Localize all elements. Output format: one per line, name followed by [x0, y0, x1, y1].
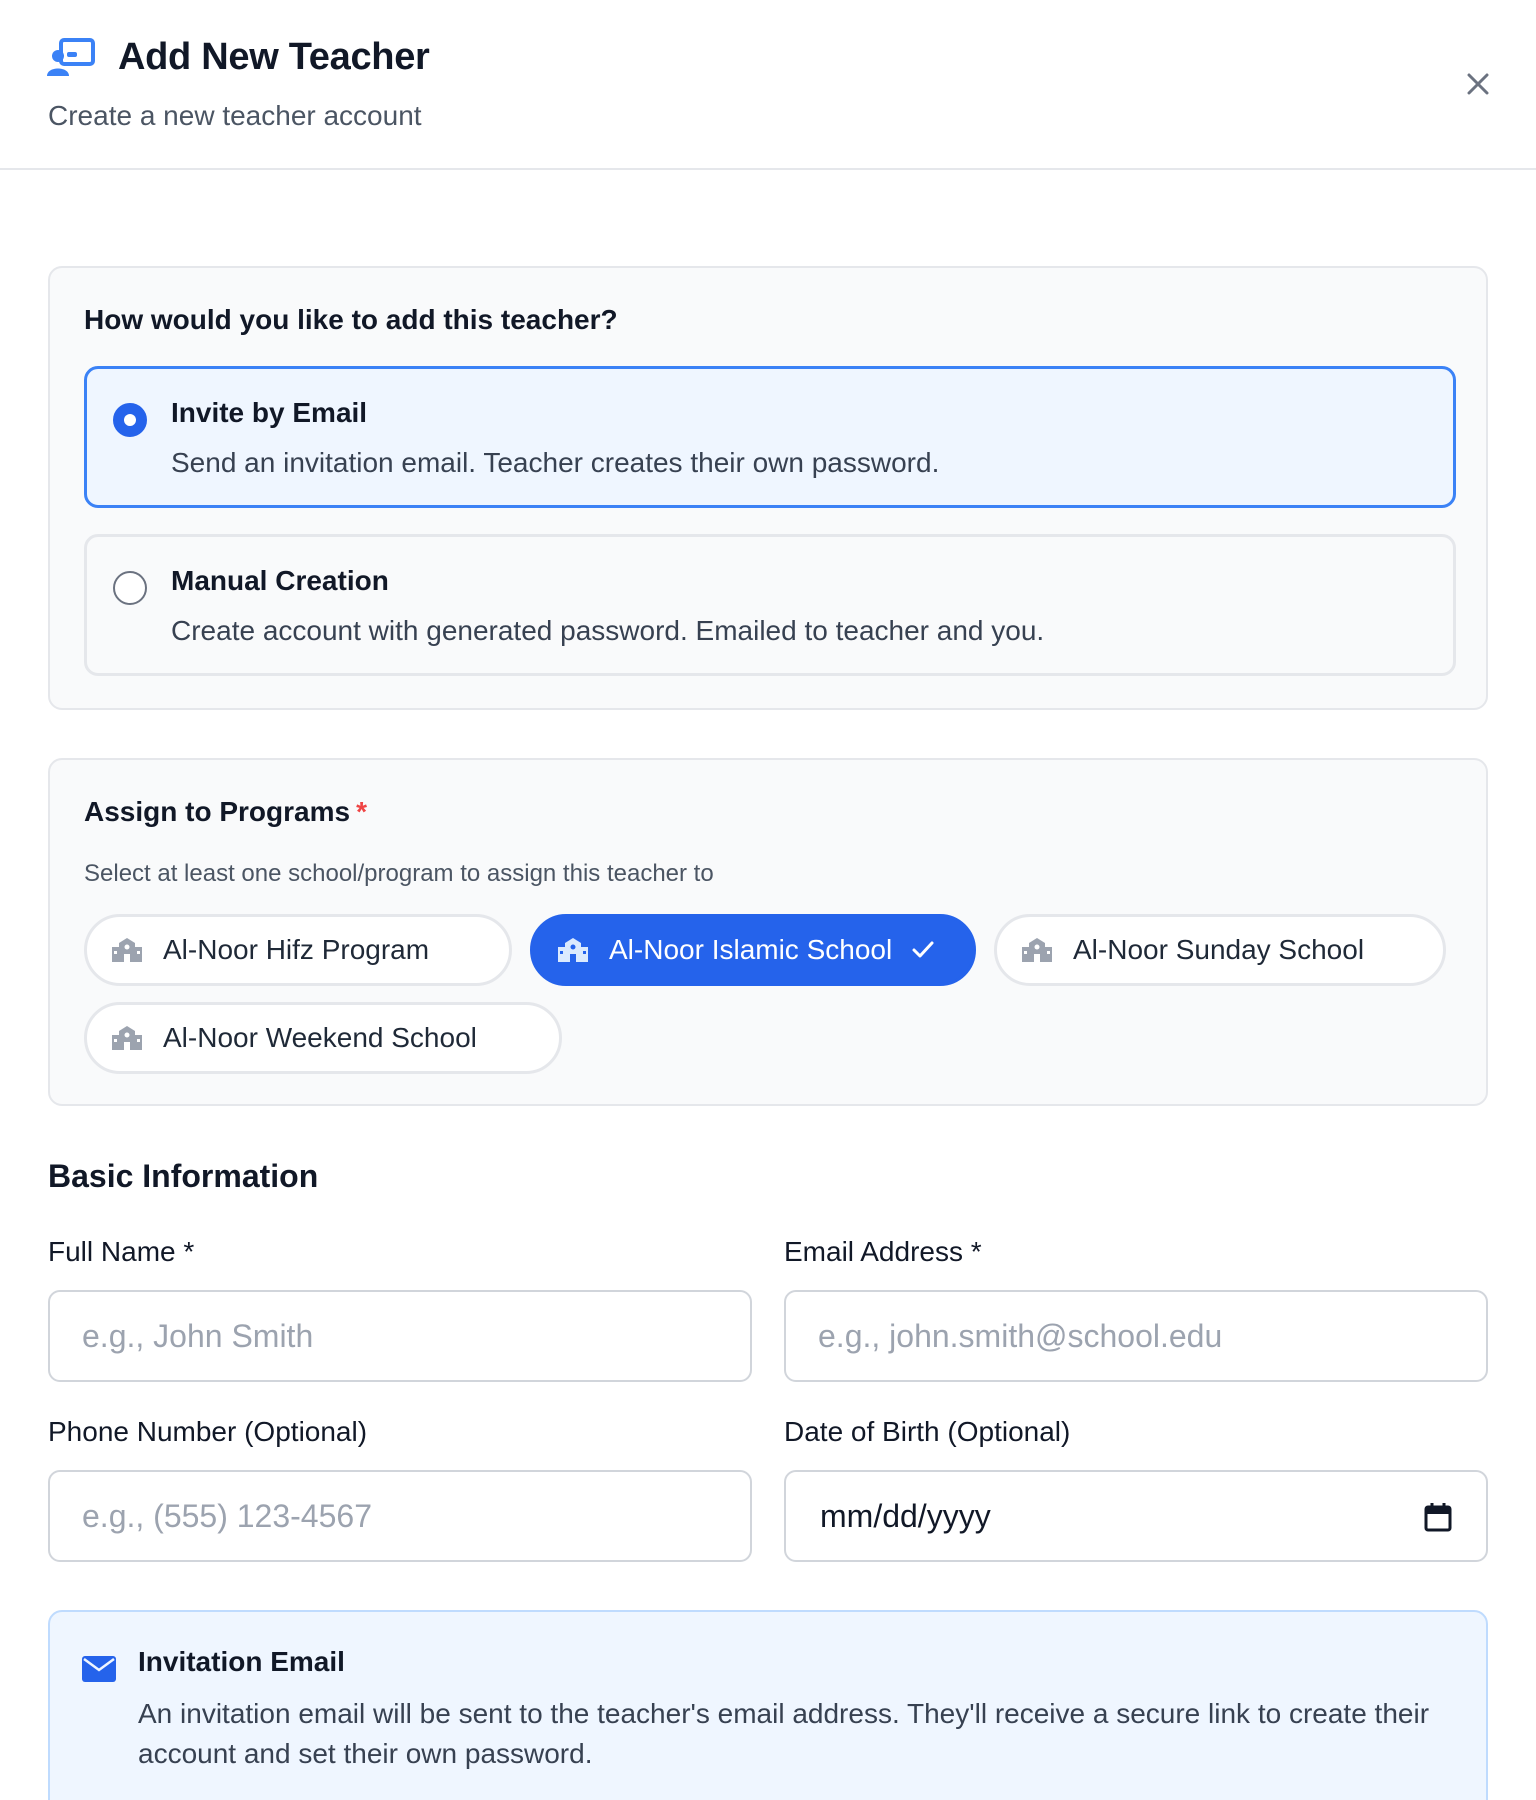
- option-description: Create account with generated password. …: [171, 615, 1045, 646]
- option-description: Send an invitation email. Teacher create…: [171, 447, 940, 478]
- teacher-icon: [47, 38, 95, 76]
- school-icon: [112, 1026, 142, 1050]
- option-invite-by-email[interactable]: Invite by Email Send an invitation email…: [84, 366, 1456, 508]
- full-name-label: Full Name *: [48, 1236, 195, 1267]
- school-icon: [1022, 938, 1052, 962]
- programs-heading: Assign to Programs *: [84, 796, 367, 828]
- phone-number-label: Phone Number (Optional): [48, 1416, 368, 1447]
- basic-information-title: Basic Information: [48, 1158, 319, 1194]
- option-manual-creation[interactable]: Manual Creation Create account with gene…: [84, 534, 1456, 676]
- program-chip-hifz[interactable]: Al-Noor Hifz Program: [84, 914, 512, 986]
- radio-invite-by-email[interactable]: [113, 403, 147, 437]
- info-title: Invitation Email: [138, 1646, 345, 1677]
- calendar-icon[interactable]: [1424, 1502, 1452, 1532]
- add-teacher-modal: Add New Teacher Create a new teacher acc…: [0, 0, 1536, 1800]
- close-icon: [1467, 73, 1489, 95]
- school-icon: [112, 938, 142, 962]
- creation-method-card: How would you like to add this teacher? …: [48, 266, 1488, 710]
- email-address-label: Email Address *: [784, 1236, 982, 1267]
- phone-input[interactable]: [48, 1470, 752, 1562]
- option-title: Invite by Email: [171, 397, 368, 428]
- programs-heading-text: Assign to Programs: [84, 796, 351, 827]
- mail-icon: [82, 1656, 116, 1682]
- program-chip-sunday-school[interactable]: Al-Noor Sunday School: [994, 914, 1446, 986]
- programs-card: Assign to Programs * Select at least one …: [48, 758, 1488, 1106]
- modal-header: Add New Teacher Create a new teacher acc…: [0, 0, 1536, 170]
- checkmark-icon: [912, 941, 934, 958]
- full-name-input[interactable]: [48, 1290, 752, 1382]
- program-chip-label: Al-Noor Sunday School: [1073, 934, 1365, 965]
- close-button[interactable]: [1458, 64, 1498, 104]
- required-mark: *: [356, 796, 367, 827]
- date-of-birth-label: Date of Birth (Optional): [784, 1416, 1071, 1447]
- program-chip-label: Al-Noor Islamic School: [609, 934, 893, 965]
- info-text: An invitation email will be sent to the …: [138, 1698, 1430, 1769]
- invitation-info-box: Invitation Email An invitation email wil…: [48, 1610, 1488, 1800]
- program-chip-islamic-school[interactable]: Al-Noor Islamic School: [530, 914, 976, 986]
- modal-subtitle: Create a new teacher account: [48, 100, 422, 131]
- option-title: Manual Creation: [171, 565, 389, 596]
- creation-method-heading: How would you like to add this teacher?: [84, 304, 618, 335]
- date-placeholder: mm/dd/yyyy: [820, 1498, 991, 1534]
- modal-title: Add New Teacher: [118, 36, 430, 78]
- programs-help-text: Select at least one school/program to as…: [84, 860, 714, 887]
- program-chip-weekend-school[interactable]: Al-Noor Weekend School: [84, 1002, 562, 1074]
- program-chip-label: Al-Noor Weekend School: [163, 1022, 477, 1053]
- radio-manual-creation[interactable]: [113, 571, 147, 605]
- date-of-birth-input[interactable]: mm/dd/yyyy: [784, 1470, 1488, 1562]
- email-input[interactable]: [784, 1290, 1488, 1382]
- program-chip-label: Al-Noor Hifz Program: [163, 934, 430, 965]
- school-icon: [558, 938, 588, 962]
